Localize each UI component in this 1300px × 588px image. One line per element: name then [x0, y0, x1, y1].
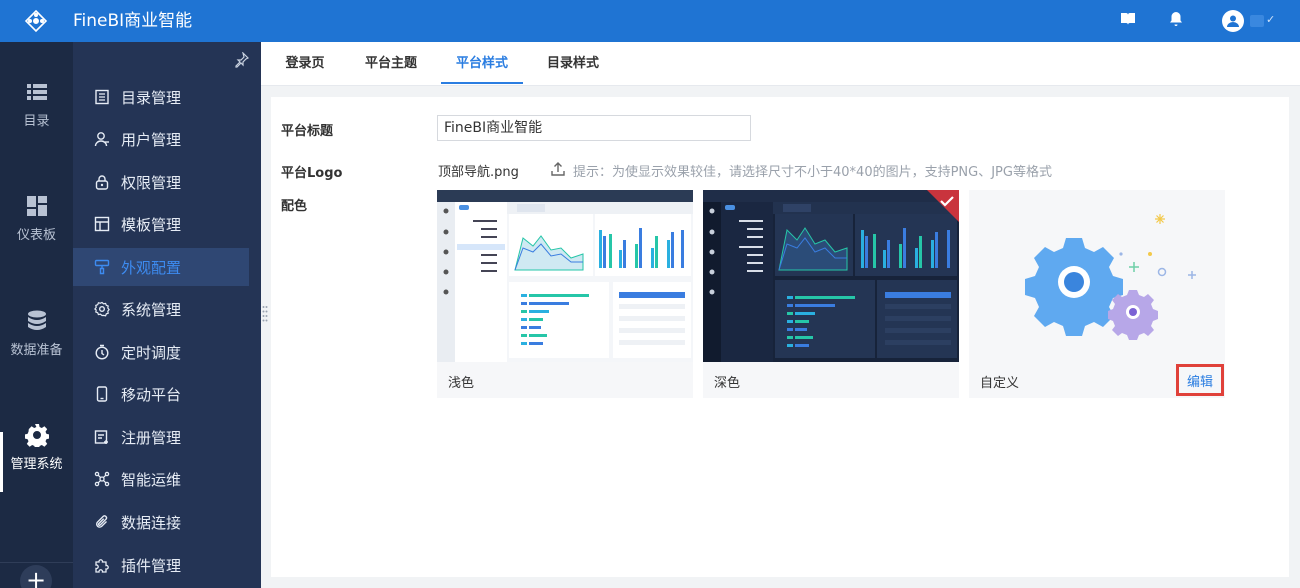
logo-upload-hint: 提示：为使显示效果较佳，请选择尺寸不小于40*40的图片，支持PNG、JPG等格…	[573, 165, 1052, 180]
rail-item-label: 数据准备	[10, 343, 63, 358]
active-tab-indicator	[441, 82, 523, 84]
tab-directory-style[interactable]: 目录样式	[537, 42, 609, 86]
theme-caption-light: 浅色	[448, 376, 475, 391]
lock-icon	[95, 175, 109, 190]
menu-item-label: 定时调度	[121, 343, 182, 362]
database-icon	[27, 310, 46, 330]
puzzle-icon	[95, 559, 109, 573]
theme-card-dark[interactable]: 深色	[703, 190, 959, 398]
menu-item-label: 智能运维	[121, 470, 182, 489]
paperclip-icon	[96, 515, 108, 528]
user-avatar[interactable]	[1222, 10, 1244, 32]
platform-title-input[interactable]: FineBI商业智能	[437, 115, 751, 141]
network-icon	[94, 471, 110, 487]
primary-nav-rail: 目录 仪表板 数据准备 管理系统	[0, 42, 73, 588]
finebi-logo-icon	[24, 9, 48, 33]
menu-item-plugin-mgmt[interactable]: 插件管理	[73, 546, 249, 584]
menu-item-smart-ops[interactable]: 智能运维	[73, 460, 249, 498]
register-icon	[94, 430, 108, 444]
edit-custom-theme-highlight: 编辑	[1176, 364, 1224, 396]
menu-item-label: 注册管理	[121, 428, 182, 447]
resize-handle[interactable]	[262, 305, 268, 323]
bell-icon[interactable]	[1167, 10, 1185, 28]
rail-divider	[0, 562, 73, 563]
settings-icon	[94, 301, 110, 317]
menu-item-scheduling[interactable]: 定时调度	[73, 333, 249, 371]
management-submenu: 目录管理 用户管理 权限管理 模板管理 外观配置 系统管理 定时调度 移动平台 …	[73, 42, 261, 588]
platform-title-label: 平台标题	[281, 124, 334, 139]
menu-item-registration-mgmt[interactable]: 注册管理	[73, 418, 249, 456]
rail-item-directory[interactable]: 目录	[0, 80, 73, 129]
top-bar: FineBI商业智能 ✓	[0, 0, 1300, 42]
theme-card-light[interactable]: 浅色	[437, 190, 693, 398]
rail-item-label: 仪表板	[16, 228, 56, 243]
custom-theme-preview	[969, 190, 1225, 362]
menu-item-label: 目录管理	[121, 88, 182, 107]
menu-item-appearance-config[interactable]: 外观配置	[73, 248, 249, 286]
tab-platform-theme[interactable]: 平台主题	[355, 42, 427, 86]
dashboard-icon	[26, 196, 47, 216]
menu-item-data-connection[interactable]: 数据连接	[73, 503, 249, 541]
user-icon	[1227, 15, 1239, 27]
pin-icon[interactable]	[233, 52, 249, 68]
list-icon	[26, 84, 47, 100]
logo-filename: 顶部导航.png	[438, 165, 519, 180]
tab-platform-style[interactable]: 平台样式	[441, 42, 523, 86]
tab-login-page[interactable]: 登录页	[275, 42, 335, 86]
rail-item-label: 目录	[23, 114, 50, 129]
menu-item-label: 模板管理	[121, 215, 182, 234]
template-icon	[94, 216, 110, 232]
menu-item-directory-mgmt[interactable]: 目录管理	[73, 78, 249, 116]
menu-item-user-mgmt[interactable]: 用户管理	[73, 120, 249, 158]
menu-item-label: 外观配置	[121, 258, 182, 277]
menu-item-label: 用户管理	[121, 130, 182, 149]
mobile-icon	[96, 386, 108, 402]
rail-item-label: 管理系统	[10, 457, 63, 472]
config-tabs: 登录页 平台主题 平台样式 目录样式	[261, 42, 1300, 86]
rail-item-data-prep[interactable]: 数据准备	[0, 309, 73, 358]
menu-item-permission-mgmt[interactable]: 权限管理	[73, 163, 249, 201]
menu-item-label: 权限管理	[121, 173, 182, 192]
color-scheme-label: 配色	[281, 199, 308, 214]
menu-item-label: 插件管理	[121, 556, 182, 575]
theme-caption-dark: 深色	[714, 376, 741, 391]
dark-theme-preview	[703, 190, 959, 362]
menu-item-label: 移动平台	[121, 385, 182, 404]
rail-item-dashboard[interactable]: 仪表板	[0, 194, 73, 243]
menu-item-label: 数据连接	[121, 513, 182, 532]
app-title: FineBI商业智能	[73, 11, 193, 31]
menu-item-label: 系统管理	[121, 300, 182, 319]
book-icon[interactable]	[1119, 10, 1137, 28]
user-icon	[94, 132, 109, 147]
paint-brush-icon	[94, 259, 110, 275]
stopwatch-icon	[95, 344, 109, 360]
menu-item-mobile-platform[interactable]: 移动平台	[73, 375, 249, 413]
document-list-icon	[95, 89, 109, 105]
platform-logo-label: 平台Logo	[281, 166, 343, 181]
rail-item-management[interactable]: 管理系统	[0, 423, 73, 472]
menu-item-template-mgmt[interactable]: 模板管理	[73, 205, 249, 243]
upload-icon[interactable]	[550, 161, 566, 177]
theme-caption-custom: 自定义	[980, 376, 1020, 391]
menu-item-system-mgmt[interactable]: 系统管理	[73, 290, 249, 328]
chevron-down-icon[interactable]: ✓	[1266, 13, 1275, 26]
light-theme-preview	[437, 190, 693, 362]
edit-custom-theme-link[interactable]: 编辑	[1187, 371, 1213, 390]
gear-icon	[24, 424, 49, 447]
username-blurred[interactable]	[1250, 15, 1264, 27]
